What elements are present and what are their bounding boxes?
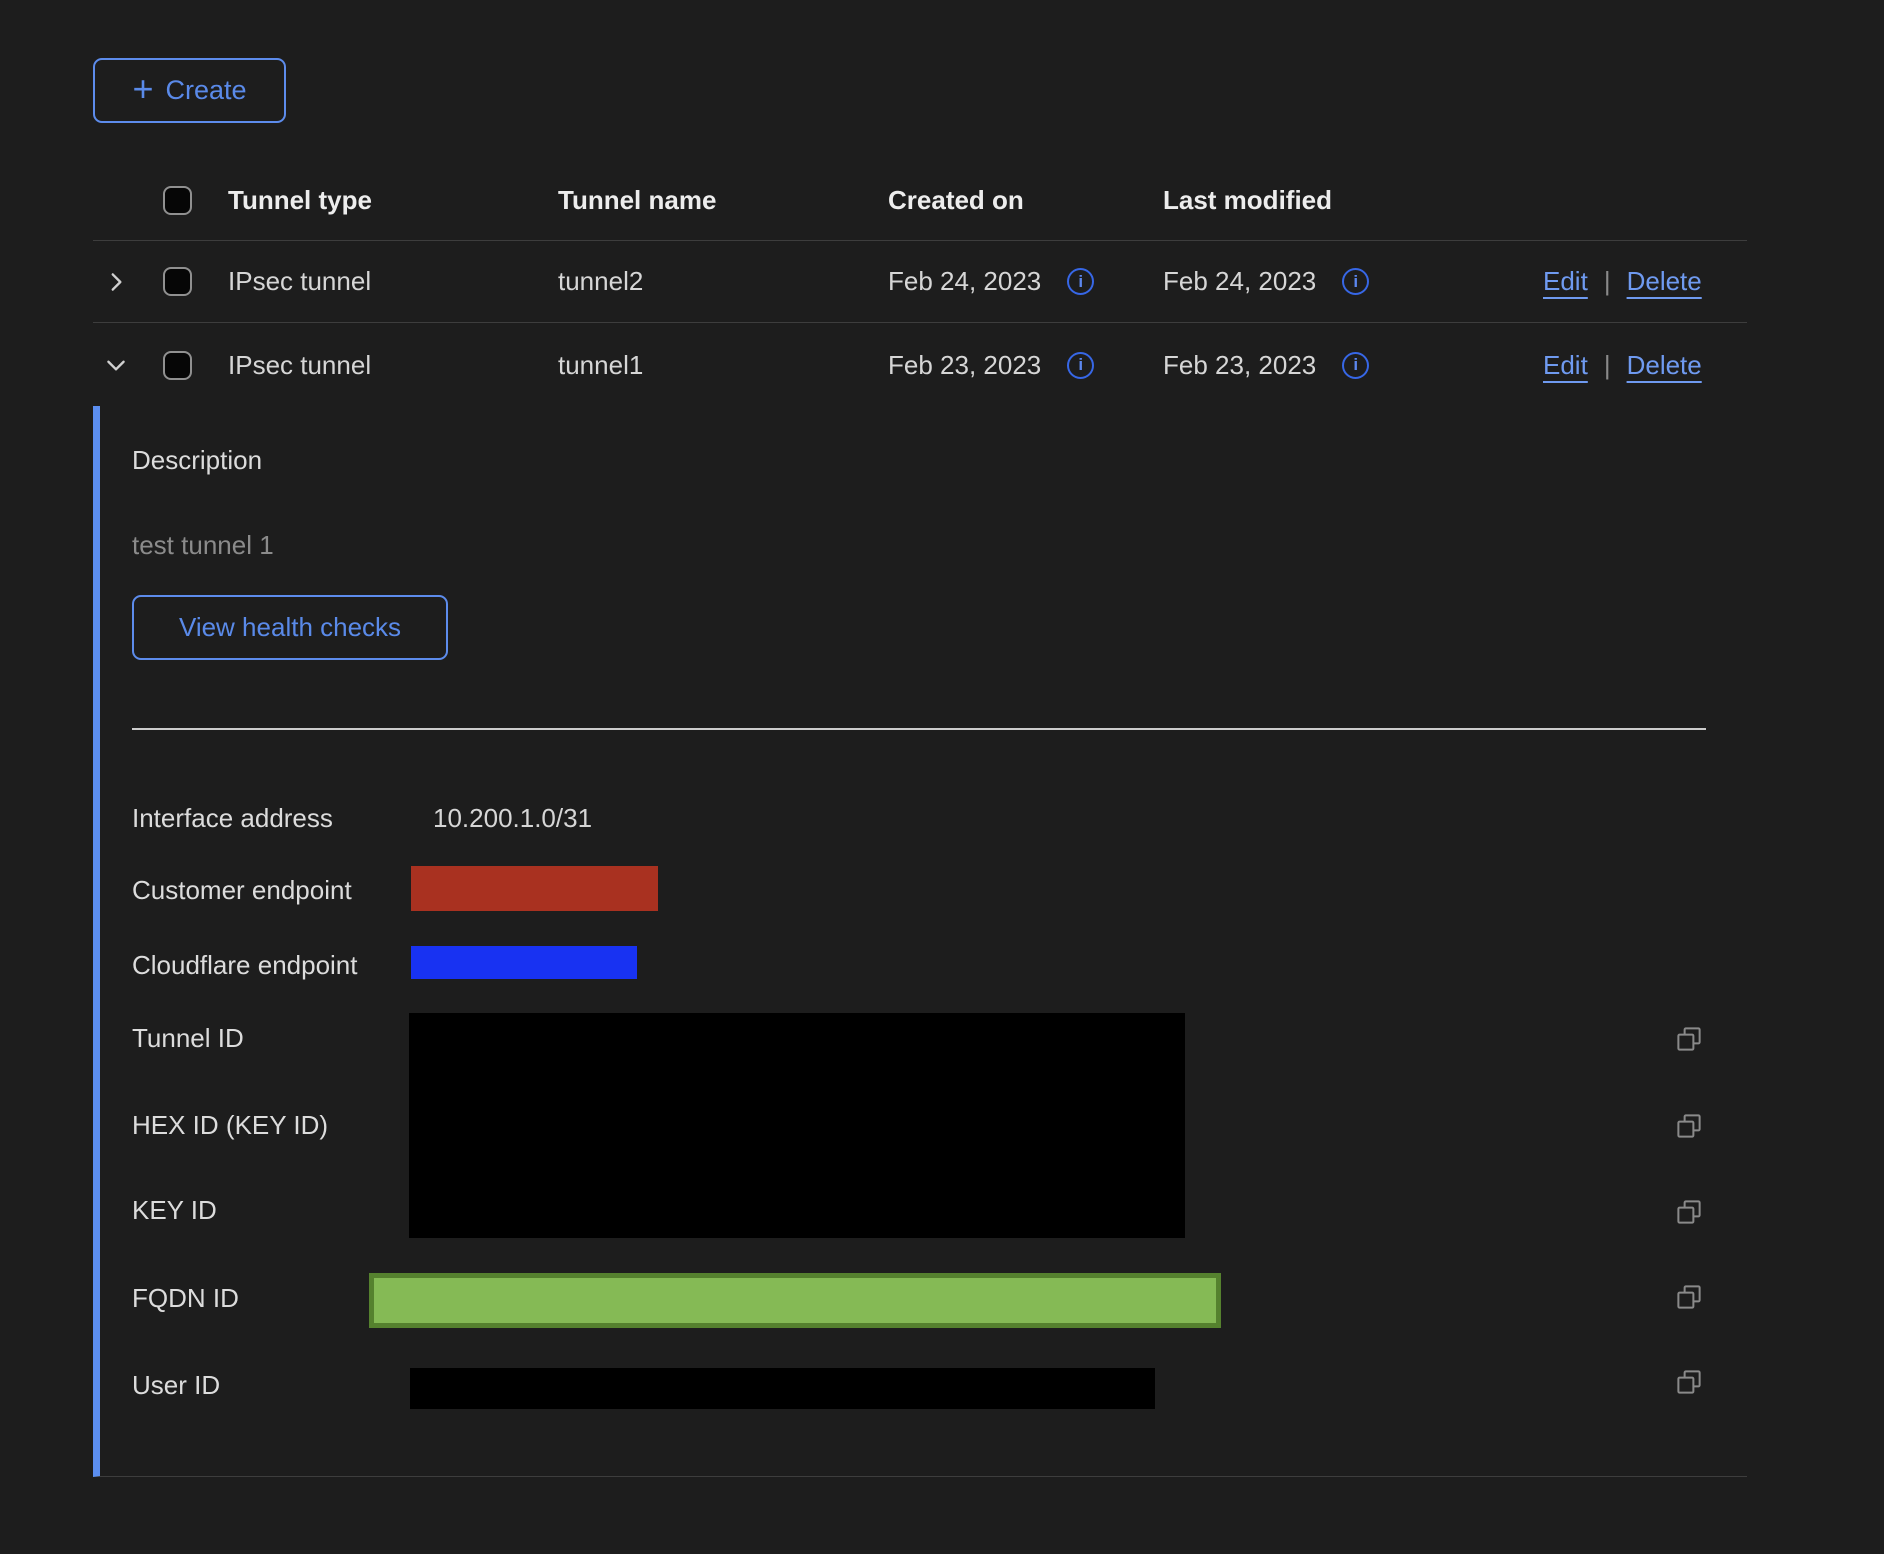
copy-fqdn-id-button[interactable] bbox=[1673, 1281, 1705, 1313]
customer-endpoint-label: Customer endpoint bbox=[132, 873, 352, 907]
key-id-label: KEY ID bbox=[132, 1193, 217, 1227]
created-on-value: Feb 24, 2023 bbox=[888, 266, 1041, 297]
table-row-tunnel1: IPsec tunnel tunnel1 Feb 23, 2023 i Feb … bbox=[93, 323, 1747, 407]
copy-hex-id-button[interactable] bbox=[1673, 1110, 1705, 1142]
info-icon[interactable]: i bbox=[1342, 268, 1369, 295]
header-tunnel-type: Tunnel type bbox=[228, 185, 558, 216]
interface-address-label: Interface address bbox=[132, 801, 333, 835]
row-checkbox[interactable] bbox=[163, 351, 192, 380]
create-button[interactable]: + Create bbox=[93, 58, 286, 123]
delete-link[interactable]: Delete bbox=[1627, 266, 1702, 297]
info-icon[interactable]: i bbox=[1342, 352, 1369, 379]
copy-key-id-button[interactable] bbox=[1673, 1196, 1705, 1228]
row-checkbox[interactable] bbox=[163, 267, 192, 296]
delete-link[interactable]: Delete bbox=[1627, 350, 1702, 381]
description-value: test tunnel 1 bbox=[132, 528, 274, 562]
tunnel-type-cell: IPsec tunnel bbox=[228, 350, 558, 381]
table-header-row: Tunnel type Tunnel name Created on Last … bbox=[93, 160, 1747, 241]
copy-icon bbox=[1674, 1024, 1704, 1054]
info-icon[interactable]: i bbox=[1067, 352, 1094, 379]
header-tunnel-name: Tunnel name bbox=[558, 185, 888, 216]
copy-icon bbox=[1674, 1197, 1704, 1227]
fqdn-id-redaction bbox=[369, 1273, 1221, 1328]
action-separator: | bbox=[1604, 350, 1611, 381]
chevron-right-icon[interactable] bbox=[103, 269, 129, 295]
user-id-redaction bbox=[410, 1368, 1155, 1409]
tunnels-page: + Create Tunnel type Tunnel name Created… bbox=[0, 0, 1884, 1554]
user-id-label: User ID bbox=[132, 1368, 220, 1402]
last-modified-value: Feb 24, 2023 bbox=[1163, 266, 1316, 297]
tunnels-table: Tunnel type Tunnel name Created on Last … bbox=[93, 160, 1747, 407]
tunnel-id-label: Tunnel ID bbox=[132, 1021, 244, 1055]
select-all-cell bbox=[163, 186, 228, 215]
last-modified-value: Feb 23, 2023 bbox=[1163, 350, 1316, 381]
edit-link[interactable]: Edit bbox=[1543, 350, 1588, 381]
tunnel-name-cell: tunnel1 bbox=[558, 350, 888, 381]
fqdn-id-label: FQDN ID bbox=[132, 1281, 239, 1315]
copy-icon bbox=[1674, 1367, 1704, 1397]
tunnel-name-cell: tunnel2 bbox=[558, 266, 888, 297]
info-icon[interactable]: i bbox=[1067, 268, 1094, 295]
create-button-label: Create bbox=[165, 75, 246, 106]
cloudflare-endpoint-label: Cloudflare endpoint bbox=[132, 948, 358, 982]
edit-link[interactable]: Edit bbox=[1543, 266, 1588, 297]
interface-address-value: 10.200.1.0/31 bbox=[433, 801, 592, 835]
description-label: Description bbox=[132, 443, 262, 477]
view-health-checks-button[interactable]: View health checks bbox=[132, 595, 448, 660]
plus-icon: + bbox=[132, 71, 153, 107]
chevron-down-icon[interactable] bbox=[103, 352, 129, 378]
ids-redaction-box bbox=[409, 1013, 1185, 1238]
hex-id-label: HEX ID (KEY ID) bbox=[132, 1108, 328, 1142]
created-on-value: Feb 23, 2023 bbox=[888, 350, 1041, 381]
expanded-tunnel-detail: Description test tunnel 1 View health ch… bbox=[93, 406, 1747, 1477]
cloudflare-endpoint-redaction bbox=[411, 946, 637, 979]
section-divider bbox=[132, 728, 1706, 730]
customer-endpoint-redaction bbox=[411, 866, 658, 911]
select-all-checkbox[interactable] bbox=[163, 186, 192, 215]
copy-tunnel-id-button[interactable] bbox=[1673, 1023, 1705, 1055]
copy-icon bbox=[1674, 1282, 1704, 1312]
table-row-tunnel2: IPsec tunnel tunnel2 Feb 24, 2023 i Feb … bbox=[93, 241, 1747, 323]
header-created-on: Created on bbox=[888, 185, 1163, 216]
header-last-modified: Last modified bbox=[1163, 185, 1543, 216]
copy-icon bbox=[1674, 1111, 1704, 1141]
copy-user-id-button[interactable] bbox=[1673, 1366, 1705, 1398]
action-separator: | bbox=[1604, 266, 1611, 297]
tunnel-type-cell: IPsec tunnel bbox=[228, 266, 558, 297]
